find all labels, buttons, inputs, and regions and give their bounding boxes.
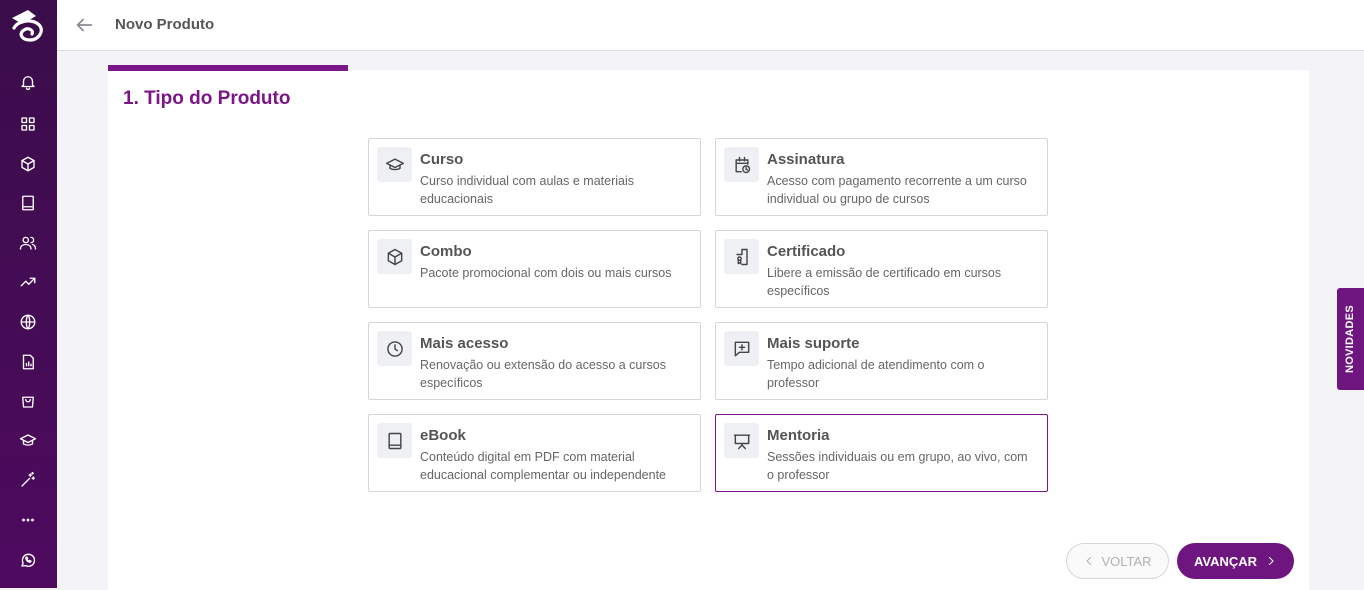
box-icon[interactable] — [16, 152, 40, 176]
chevron-right-icon — [1269, 557, 1274, 565]
globe-icon[interactable] — [16, 310, 40, 334]
chat-plus-icon — [724, 331, 759, 366]
option-name: Mais suporte — [767, 335, 860, 352]
dashboard-icon[interactable] — [16, 112, 40, 136]
report-icon[interactable] — [16, 350, 40, 374]
step-progress-bar — [108, 65, 348, 71]
back-button-label: VOLTAR — [1101, 553, 1152, 569]
graduation-cap-icon[interactable] — [16, 429, 40, 453]
next-button-label: AVANÇAR — [1193, 553, 1258, 569]
users-icon[interactable] — [16, 231, 40, 255]
option-mais-suporte[interactable]: Mais suporte Tempo adicional de atendime… — [715, 322, 1048, 400]
option-mais-acesso[interactable]: Mais acesso Renovação ou extensão do ace… — [368, 322, 701, 400]
calendar-clock-icon — [724, 147, 759, 182]
option-name: Mentoria — [767, 427, 830, 444]
option-description: Acesso com pagamento recorrente a um cur… — [767, 174, 1027, 206]
novidades-tab[interactable]: NOVIDADES — [1337, 288, 1364, 390]
content-card — [108, 70, 1309, 590]
bell-icon[interactable] — [16, 70, 40, 94]
option-name: Assinatura — [767, 151, 845, 168]
option-assinatura[interactable]: Assinatura Acesso com pagamento recorren… — [715, 138, 1048, 216]
option-combo[interactable]: Combo Pacote promocional com dois ou mai… — [368, 230, 701, 308]
brand-logo[interactable] — [8, 6, 48, 46]
option-description: Conteúdo digital em PDF com material edu… — [420, 450, 667, 482]
option-name: Certificado — [767, 243, 846, 260]
book-icon[interactable] — [16, 191, 40, 215]
sidebar — [0, 0, 57, 588]
top-header: Novo Produto — [57, 0, 1364, 51]
option-name: Combo — [420, 243, 472, 260]
option-name: Curso — [420, 151, 464, 168]
back-arrow-icon[interactable] — [73, 14, 95, 36]
option-curso[interactable]: Curso Curso individual com aulas e mater… — [368, 138, 701, 216]
presentation-icon — [724, 423, 759, 458]
book-icon — [377, 423, 412, 458]
page-title: Novo Produto — [115, 16, 215, 33]
option-certificado[interactable]: Certificado Libere a emissão de certific… — [715, 230, 1048, 308]
novidades-label: NOVIDADES — [1344, 304, 1357, 374]
option-description: Curso individual com aulas e materiais e… — [420, 174, 634, 206]
whatsapp-icon[interactable] — [16, 548, 40, 572]
step-title: 1. Tipo do Produto — [123, 88, 291, 109]
more-icon[interactable] — [16, 508, 40, 532]
option-description: Libere a emissão de certificado em curso… — [767, 266, 1002, 298]
option-description: Pacote promocional com dois ou mais curs… — [420, 266, 672, 280]
back-button[interactable]: VOLTAR — [1066, 543, 1169, 579]
option-mentoria[interactable]: Mentoria Sessões individuais ou em grupo… — [715, 414, 1048, 492]
shopping-bag-icon[interactable] — [16, 389, 40, 413]
trending-up-icon[interactable] — [16, 270, 40, 294]
box-icon — [377, 239, 412, 274]
option-description: Sessões individuais ou em grupo, ao vivo… — [767, 450, 1028, 482]
option-ebook[interactable]: eBook Conteúdo digital em PDF com materi… — [368, 414, 701, 492]
next-button[interactable]: AVANÇAR — [1177, 543, 1294, 579]
certificate-icon — [724, 239, 759, 274]
option-name: eBook — [420, 427, 466, 444]
graduation-cap-icon — [377, 147, 412, 182]
chevron-left-icon — [1086, 557, 1092, 565]
option-description: Tempo adicional de atendimento com o pro… — [767, 358, 985, 390]
option-description: Renovação ou extensão do acesso a cursos… — [420, 358, 666, 390]
clock-icon — [377, 331, 412, 366]
magic-wand-icon[interactable] — [16, 468, 40, 492]
option-name: Mais acesso — [420, 335, 509, 352]
